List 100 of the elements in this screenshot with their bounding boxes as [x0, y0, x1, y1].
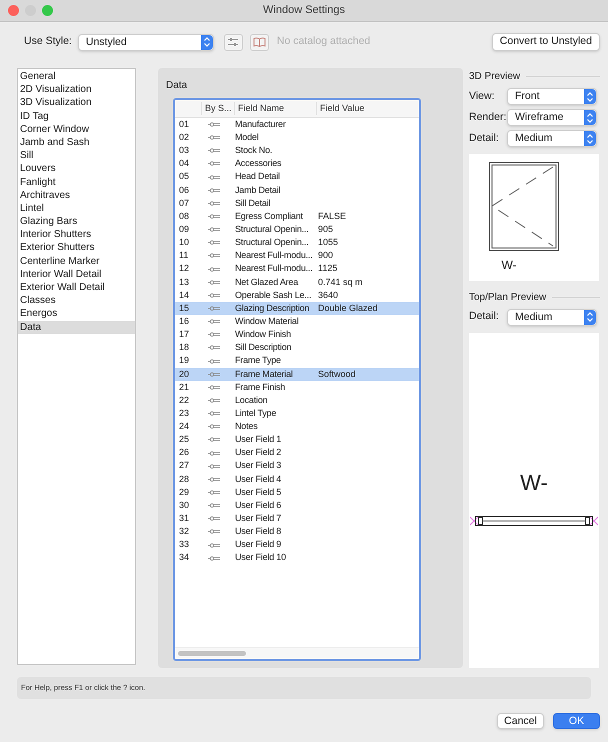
table-row[interactable]: 30 User Field 6: [175, 499, 419, 512]
category-item[interactable]: Sill: [18, 149, 135, 162]
category-item[interactable]: Exterior Wall Detail: [18, 281, 135, 294]
table-row[interactable]: 31 User Field 7: [175, 512, 419, 526]
table-row[interactable]: 13 Net Glazed Area 0.741 sq m: [175, 276, 419, 289]
dropdown[interactable]: Medium: [507, 308, 597, 326]
field-name: User Field 1: [234, 433, 282, 446]
row-number: 11: [178, 249, 190, 262]
table-row[interactable]: 06 Jamb Detail: [175, 184, 419, 197]
book-icon[interactable]: [250, 34, 269, 50]
category-item[interactable]: ID Tag: [18, 110, 135, 123]
row-number: 22: [178, 394, 190, 407]
dropdown[interactable]: Unstyled: [78, 34, 214, 50]
field-name: User Field 5: [234, 486, 282, 499]
pin-icon: [208, 280, 220, 285]
table-row[interactable]: 28 User Field 4: [175, 472, 419, 486]
table-row[interactable]: 08 Egress Compliant FALSE: [175, 210, 419, 224]
field-name: Operable Sash Le...: [234, 288, 312, 302]
category-item[interactable]: Interior Wall Detail: [18, 268, 135, 281]
row-number: 20: [178, 368, 190, 380]
dropdown[interactable]: Front: [507, 88, 597, 105]
field-name: User Field 7: [234, 512, 282, 526]
table-row[interactable]: 20 Frame Material Softwood: [175, 368, 419, 381]
cancel-button[interactable]: Cancel: [497, 713, 544, 729]
close-button[interactable]: [8, 5, 19, 16]
table-row[interactable]: 22 Location: [175, 394, 419, 408]
category-item[interactable]: Data: [18, 320, 135, 334]
pin-icon: [208, 556, 220, 561]
field-name: Nearest Full-modu...: [234, 249, 314, 262]
dropdown-value: Medium: [514, 133, 552, 144]
row-number: 34: [178, 551, 190, 564]
category-item[interactable]: Classes: [18, 294, 135, 308]
field-name: Frame Finish: [234, 380, 286, 394]
pin-icon: [208, 358, 220, 364]
field-name: Nearest Full-modu...: [234, 262, 314, 276]
category-item[interactable]: Exterior Shutters: [18, 241, 135, 255]
table-row[interactable]: 15 Glazing Description Double Glazed: [175, 302, 419, 316]
pin-icon: [208, 424, 220, 430]
dropdown[interactable]: Wireframe: [507, 109, 597, 126]
convert-button[interactable]: Convert to Unstyled: [492, 33, 600, 51]
row-number: 15: [178, 302, 190, 315]
category-item[interactable]: Centerline Marker: [18, 254, 135, 268]
table-row[interactable]: 10 Structural Openin... 1055: [175, 236, 419, 250]
table-row[interactable]: 17 Window Finish: [175, 328, 419, 342]
field-value: 900: [317, 249, 334, 262]
table-row[interactable]: 23 Lintel Type: [175, 407, 419, 420]
row-number: 19: [178, 354, 190, 368]
ok-button[interactable]: OK: [553, 713, 600, 729]
pin-icon: [208, 490, 220, 495]
category-item[interactable]: Glazing Bars: [18, 215, 135, 228]
field-name: User Field 2: [234, 446, 282, 460]
column-header[interactable]: Field Value: [316, 102, 364, 116]
table-row[interactable]: 26 User Field 2: [175, 446, 419, 460]
sliders-icon[interactable]: [224, 34, 243, 50]
table-row[interactable]: 27 User Field 3: [175, 460, 419, 473]
field-name: Egress Compliant: [234, 210, 304, 223]
table-row[interactable]: 01 Manufacturer: [175, 118, 419, 132]
table-row[interactable]: 16 Window Material: [175, 315, 419, 328]
row-number: 30: [178, 498, 190, 512]
field-label: Detail:: [469, 130, 500, 146]
dropdown-value: Medium: [514, 312, 552, 322]
table-row[interactable]: 21 Frame Finish: [175, 380, 419, 394]
category-item[interactable]: Lintel: [18, 202, 135, 216]
table-row[interactable]: 03 Stock No.: [175, 144, 419, 158]
table-row[interactable]: 24 Notes: [175, 420, 419, 434]
row-number: 10: [178, 236, 190, 250]
table-row[interactable]: 25 User Field 1: [175, 433, 419, 447]
row-number: 32: [178, 525, 190, 538]
row-number: 25: [178, 433, 190, 446]
table-row[interactable]: 12 Nearest Full-modu... 1125: [175, 262, 419, 276]
category-item[interactable]: Louvers: [18, 162, 135, 176]
row-number: 08: [178, 210, 190, 223]
table-row[interactable]: 18 Sill Description: [175, 341, 419, 355]
table-row[interactable]: 29 User Field 5: [175, 486, 419, 500]
category-item[interactable]: Energos: [18, 307, 135, 321]
table-row[interactable]: 33 User Field 9: [175, 538, 419, 552]
category-item[interactable]: Jamb and Sash: [18, 136, 135, 150]
category-item[interactable]: 2D Visualization: [18, 83, 135, 96]
table-row[interactable]: 34 User Field 10: [175, 552, 419, 565]
category-item[interactable]: 3D Visualization: [18, 96, 135, 110]
category-item[interactable]: Fanlight: [18, 176, 135, 189]
table-row[interactable]: 07 Sill Detail: [175, 196, 419, 210]
column-header[interactable]: Field Name: [234, 102, 316, 116]
column-header[interactable]: By S...: [201, 102, 234, 116]
table-row[interactable]: 09 Structural Openin... 905: [175, 223, 419, 236]
dropdown[interactable]: Medium: [507, 130, 597, 147]
table-row[interactable]: 05 Head Detail: [175, 170, 419, 184]
category-item[interactable]: General: [18, 70, 135, 84]
table-row[interactable]: 19 Frame Type: [175, 354, 419, 368]
zoom-button[interactable]: [42, 5, 53, 16]
table-row[interactable]: 11 Nearest Full-modu... 900: [175, 249, 419, 263]
category-item[interactable]: Corner Window: [18, 122, 135, 136]
table-row[interactable]: 02 Model: [175, 131, 419, 144]
scrollbar-thumb[interactable]: [178, 651, 246, 656]
category-item[interactable]: Architraves: [18, 188, 135, 202]
table-row[interactable]: 14 Operable Sash Le... 3640: [175, 288, 419, 302]
window-title: Window Settings: [263, 3, 345, 18]
table-row[interactable]: 32 User Field 8: [175, 525, 419, 538]
table-row[interactable]: 04 Accessories: [175, 157, 419, 171]
category-item[interactable]: Interior Shutters: [18, 228, 135, 242]
